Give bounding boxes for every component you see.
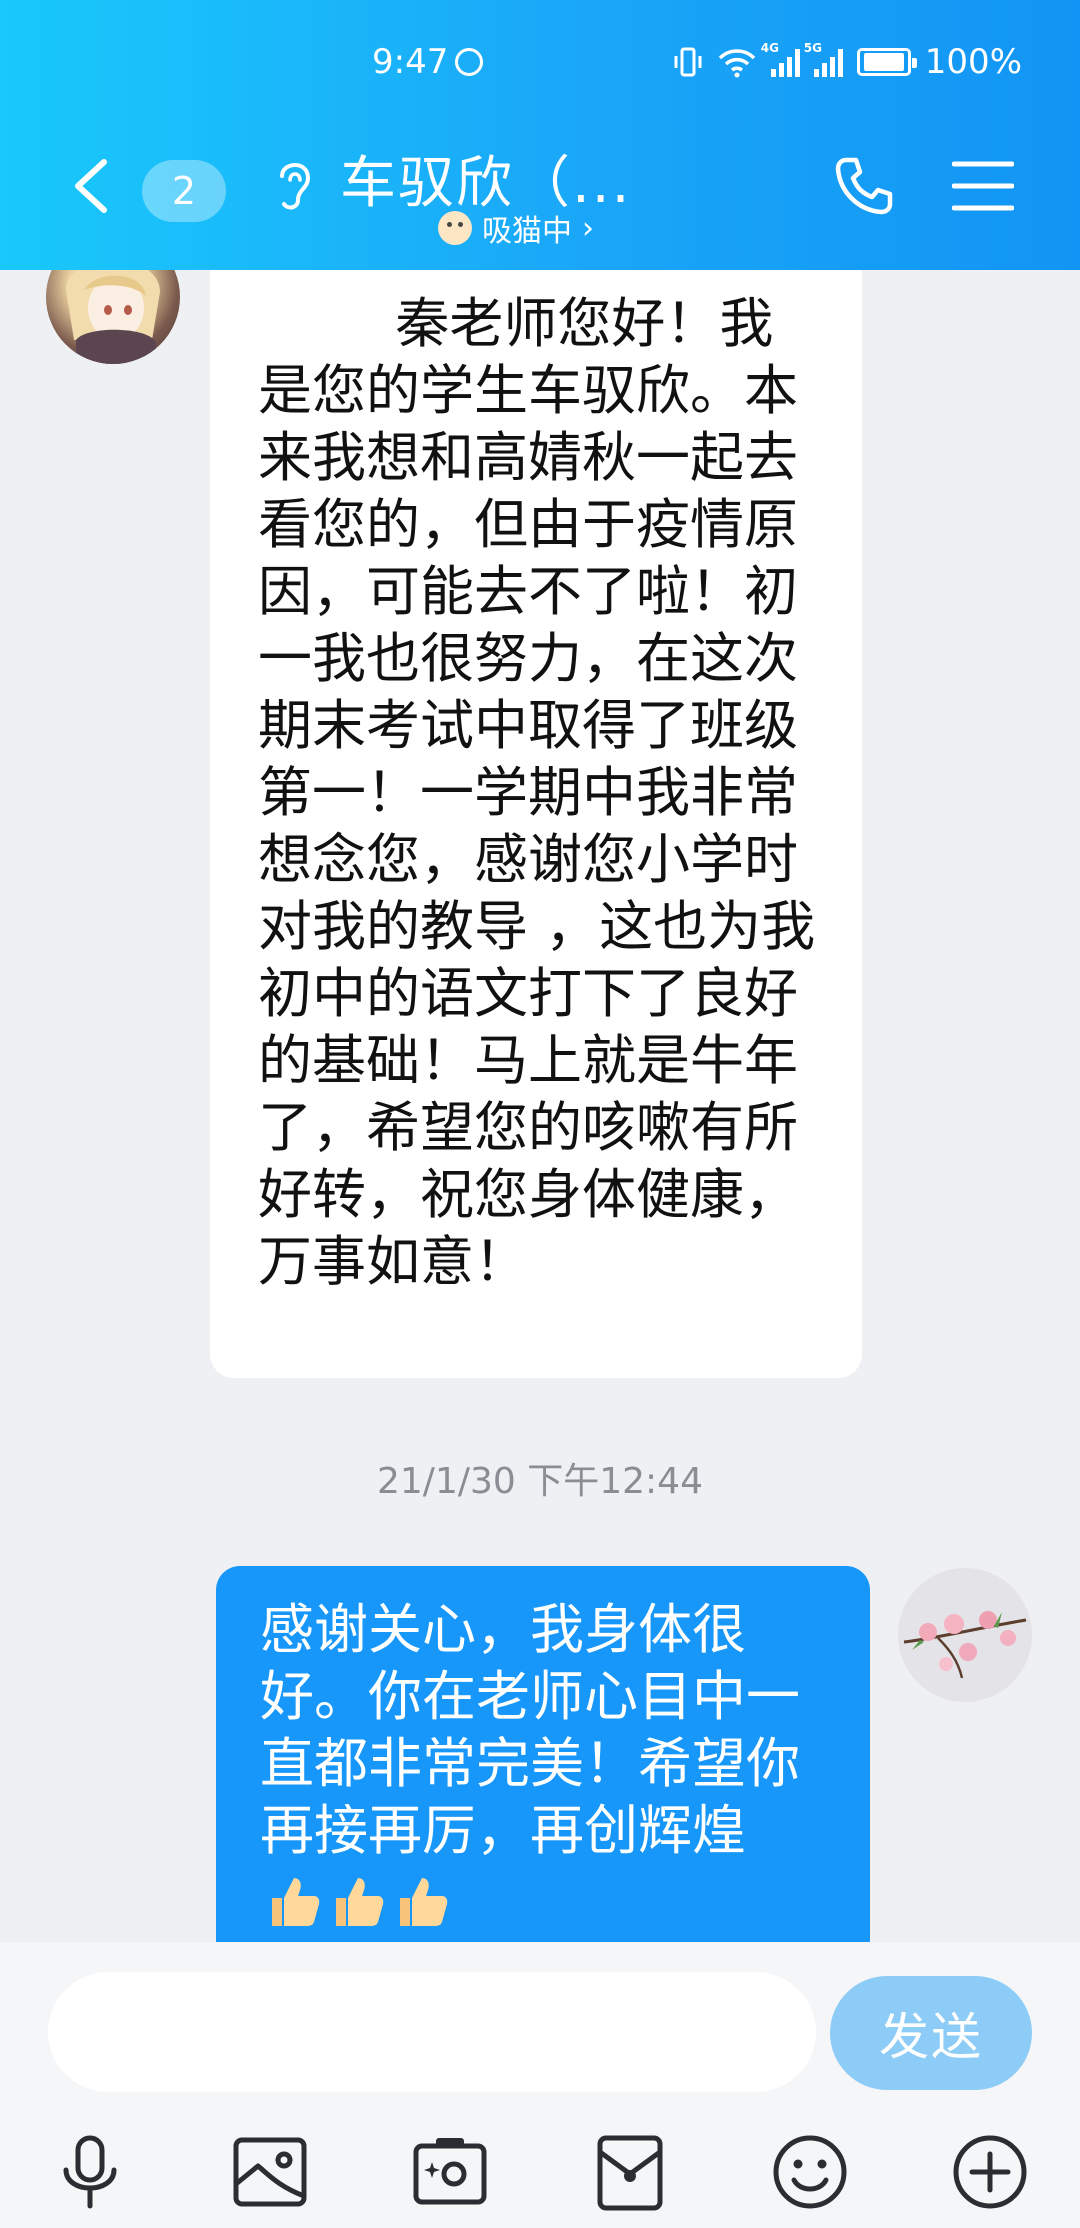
- ear-icon[interactable]: [272, 154, 316, 214]
- message-timestamp: 21/1/30 下午12:44: [377, 1461, 703, 1502]
- status-time: 9:47: [372, 42, 449, 82]
- plus-icon[interactable]: [948, 2130, 1032, 2214]
- network-type-1: 4G: [760, 41, 779, 55]
- red-packet-icon[interactable]: [588, 2130, 672, 2214]
- message-input[interactable]: [48, 1972, 816, 2092]
- thumbs-up-icon: [272, 1878, 320, 1927]
- peach-blossom-icon: [898, 1568, 1032, 1702]
- send-button[interactable]: 发送: [830, 1976, 1032, 2090]
- contact-status-text: 吸猫中: [482, 214, 572, 249]
- microphone-icon[interactable]: [48, 2130, 132, 2214]
- contact-avatar[interactable]: [46, 270, 180, 364]
- image-icon[interactable]: [228, 2130, 312, 2214]
- unread-count-badge[interactable]: 2: [142, 160, 226, 222]
- thumbs-up-emojis: [264, 1872, 450, 1930]
- contact-status[interactable]: 吸猫中 ›: [438, 206, 594, 250]
- wifi-icon: [718, 49, 756, 78]
- emoji-icon[interactable]: [768, 2130, 852, 2214]
- chevron-right-icon: ›: [582, 210, 594, 246]
- chat-header: 9:47 4G 5G 100% 2 车驭欣（... 吸猫中 ›: [0, 0, 1080, 270]
- camera-icon[interactable]: [408, 2130, 492, 2214]
- incoming-message-bubble[interactable]: 秦老师您好！我是您的学生车驭欣。本来我想和高婧秋一起去看您的，但由于疫情原因，可…: [210, 270, 862, 1378]
- status-indicators: 4G 5G 100%: [673, 41, 1022, 82]
- battery-icon: [856, 48, 917, 76]
- my-avatar[interactable]: [898, 1568, 1032, 1702]
- menu-icon[interactable]: [952, 158, 1014, 214]
- network-type-2: 5G: [803, 41, 822, 55]
- anime-avatar-icon: [66, 270, 160, 364]
- back-icon[interactable]: [68, 156, 116, 216]
- thumbs-up-icon: [336, 1878, 384, 1927]
- input-area: 发送: [0, 1942, 1080, 2228]
- hand-icon: [455, 48, 483, 76]
- phone-icon[interactable]: [832, 154, 896, 218]
- signal-5g-icon: 5G: [804, 41, 843, 77]
- message-list[interactable]: 秦老师您好！我是您的学生车驭欣。本来我想和高婧秋一起去看您的，但由于疫情原因，可…: [0, 270, 1080, 1942]
- status-bar: 9:47 4G 5G 100%: [0, 40, 1080, 90]
- outgoing-message-bubble[interactable]: 感谢关心，我身体很好。你在老师心目中一直都非常完美！希望你再接再厉，再创辉煌: [216, 1566, 870, 1942]
- thumbs-up-icon: [400, 1878, 448, 1927]
- battery-level: 100%: [924, 42, 1022, 82]
- signal-4g-icon: 4G: [761, 41, 800, 77]
- outgoing-message-text: 感谢关心，我身体很好。你在老师心目中一直都非常完美！希望你再接再厉，再创辉煌: [260, 1598, 800, 1862]
- nav-bar: 2 车驭欣（... 吸猫中 ›: [0, 130, 1080, 250]
- input-toolbar: [0, 2112, 1080, 2222]
- vibrate-icon: [674, 47, 702, 77]
- cat-icon: [438, 211, 472, 245]
